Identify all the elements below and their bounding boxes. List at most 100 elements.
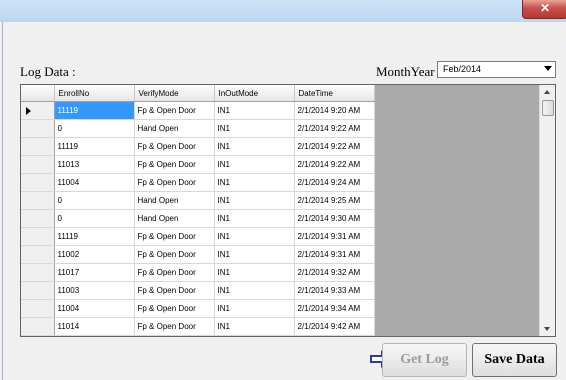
cell-datetime[interactable]: 2/1/2014 9:31 AM	[294, 245, 375, 264]
table-row[interactable]: 0 Hand Open IN1 2/1/2014 9:25 AM	[21, 191, 375, 210]
close-button[interactable]: ✕	[522, 0, 566, 19]
table-row[interactable]: 11002 Fp & Open Door IN1 2/1/2014 9:31 AM	[21, 245, 375, 264]
table-row[interactable]: 11014Fp & Open DoorIN12/1/2014 9:42 AM	[21, 335, 375, 336]
cell-verifymode[interactable]: Fp & Open Door	[134, 137, 215, 156]
cell-inoutmode[interactable]: IN1	[214, 191, 295, 210]
row-header[interactable]	[21, 317, 55, 336]
cell-enrollno[interactable]: 11003	[54, 281, 135, 300]
cell-enrollno[interactable]: 11119	[54, 137, 135, 156]
table-row[interactable]: 0 Hand Open IN1 2/1/2014 9:30 AM	[21, 209, 375, 228]
row-header[interactable]	[21, 173, 55, 192]
cell-inoutmode[interactable]: IN1	[214, 245, 295, 264]
row-header[interactable]	[21, 119, 55, 138]
cell-enrollno[interactable]: 11013	[54, 155, 135, 174]
table-row[interactable]: 11004 Fp & Open Door IN1 2/1/2014 9:34 AM	[21, 299, 375, 318]
column-header-inoutmode[interactable]: InOutMode	[214, 85, 295, 102]
table-row[interactable]: 11003 Fp & Open Door IN1 2/1/2014 9:33 AM	[21, 281, 375, 300]
table-row[interactable]: 0 Hand Open IN1 2/1/2014 9:22 AM	[21, 119, 375, 138]
cell-verifymode[interactable]: Hand Open	[134, 209, 215, 228]
cell-enrollno[interactable]: 11119	[54, 227, 135, 246]
row-header[interactable]	[21, 101, 55, 120]
row-header[interactable]	[21, 335, 55, 336]
cell-enrollno[interactable]: 11004	[54, 173, 135, 192]
table-row[interactable]: 11014Fp & Open DoorIN12/1/2014 9:42 AM	[21, 317, 375, 336]
cell-verifymode[interactable]: Fp & Open Door	[134, 173, 215, 192]
table-row[interactable]: 11119 Fp & Open Door IN1 2/1/2014 9:20 AM	[21, 101, 375, 120]
cell-enrollno[interactable]: 11014	[54, 335, 135, 336]
scroll-down-button[interactable]	[540, 322, 555, 336]
row-header[interactable]	[21, 263, 55, 282]
cell-datetime[interactable]: 2/1/2014 9:31 AM	[294, 227, 375, 246]
cell-inoutmode[interactable]: IN1	[214, 227, 295, 246]
month-year-value: Feb/2014	[443, 64, 482, 74]
column-header-enrollno[interactable]: EnrollNo	[54, 85, 135, 102]
table-row[interactable]: 11119 Fp & Open Door IN1 2/1/2014 9:31 AM	[21, 227, 375, 246]
cell-verifymode[interactable]: Fp & Open Door	[134, 245, 215, 264]
cell-datetime[interactable]: 2/1/2014 9:20 AM	[294, 101, 375, 120]
cell-datetime[interactable]: 2/1/2014 9:33 AM	[294, 281, 375, 300]
table-row[interactable]: 11004 Fp & Open Door IN1 2/1/2014 9:24 AM	[21, 173, 375, 192]
row-header[interactable]	[21, 281, 55, 300]
row-header[interactable]	[21, 299, 55, 318]
column-header-verifymode[interactable]: VerifyMode	[134, 85, 215, 102]
cell-verifymode[interactable]: Fp & Open Door	[134, 263, 215, 282]
table-row[interactable]: 11119 Fp & Open Door IN1 2/1/2014 9:22 AM	[21, 137, 375, 156]
cell-enrollno[interactable]: 11014	[54, 317, 135, 336]
cell-datetime[interactable]: 2/1/2014 9:30 AM	[294, 209, 375, 228]
cell-inoutmode[interactable]: IN1	[214, 281, 295, 300]
cell-enrollno[interactable]: 11017	[54, 263, 135, 282]
cell-datetime[interactable]: 2/1/2014 9:42 AM	[294, 335, 375, 336]
scroll-thumb[interactable]	[542, 100, 554, 116]
cell-verifymode[interactable]: Fp & Open Door	[134, 281, 215, 300]
row-header[interactable]	[21, 227, 55, 246]
cell-datetime[interactable]: 2/1/2014 9:22 AM	[294, 155, 375, 174]
cell-verifymode[interactable]: Fp & Open Door	[134, 335, 215, 336]
cell-verifymode[interactable]: Fp & Open Door	[134, 299, 215, 318]
row-header[interactable]	[21, 191, 55, 210]
scroll-up-button[interactable]	[540, 85, 555, 99]
chevron-down-icon[interactable]	[544, 66, 552, 71]
log-data-grid[interactable]: EnrollNo VerifyMode InOutMode DateTime 1…	[20, 84, 556, 337]
cell-enrollno[interactable]: 11004	[54, 299, 135, 318]
cell-verifymode[interactable]: Fp & Open Door	[134, 317, 215, 336]
cell-datetime[interactable]: 2/1/2014 9:22 AM	[294, 119, 375, 138]
get-log-button[interactable]: Get Log	[382, 343, 467, 377]
row-header[interactable]	[21, 245, 55, 264]
cell-verifymode[interactable]: Fp & Open Door	[134, 101, 215, 120]
cell-inoutmode[interactable]: IN1	[214, 209, 295, 228]
cell-verifymode[interactable]: Hand Open	[134, 119, 215, 138]
cell-datetime[interactable]: 2/1/2014 9:42 AM	[294, 317, 375, 336]
cell-datetime[interactable]: 2/1/2014 9:34 AM	[294, 299, 375, 318]
cell-enrollno[interactable]: 0	[54, 191, 135, 210]
cell-verifymode[interactable]: Fp & Open Door	[134, 227, 215, 246]
cell-inoutmode[interactable]: IN1	[214, 335, 295, 336]
cell-datetime[interactable]: 2/1/2014 9:32 AM	[294, 263, 375, 282]
cell-enrollno[interactable]: 11119	[54, 101, 135, 120]
cell-inoutmode[interactable]: IN1	[214, 263, 295, 282]
save-data-button[interactable]: Save Data	[472, 343, 557, 377]
cell-datetime[interactable]: 2/1/2014 9:25 AM	[294, 191, 375, 210]
cell-inoutmode[interactable]: IN1	[214, 173, 295, 192]
cell-verifymode[interactable]: Fp & Open Door	[134, 155, 215, 174]
cell-datetime[interactable]: 2/1/2014 9:24 AM	[294, 173, 375, 192]
cell-datetime[interactable]: 2/1/2014 9:22 AM	[294, 137, 375, 156]
month-year-select[interactable]: Feb/2014	[437, 61, 556, 78]
column-header-datetime[interactable]: DateTime	[294, 85, 375, 102]
cell-inoutmode[interactable]: IN1	[214, 137, 295, 156]
cell-verifymode[interactable]: Hand Open	[134, 191, 215, 210]
row-header[interactable]	[21, 155, 55, 174]
cell-enrollno[interactable]: 0	[54, 119, 135, 138]
cell-inoutmode[interactable]: IN1	[214, 155, 295, 174]
table-row[interactable]: 11013 Fp & Open Door IN1 2/1/2014 9:22 AM	[21, 155, 375, 174]
cell-inoutmode[interactable]: IN1	[214, 119, 295, 138]
cell-enrollno[interactable]: 0	[54, 209, 135, 228]
log-data-label: Log Data :	[20, 64, 76, 79]
row-header[interactable]	[21, 209, 55, 228]
cell-inoutmode[interactable]: IN1	[214, 101, 295, 120]
cell-inoutmode[interactable]: IN1	[214, 299, 295, 318]
row-header[interactable]	[21, 137, 55, 156]
cell-enrollno[interactable]: 11002	[54, 245, 135, 264]
table-row[interactable]: 11017 Fp & Open Door IN1 2/1/2014 9:32 AM	[21, 263, 375, 282]
vertical-scrollbar[interactable]	[539, 85, 555, 336]
cell-inoutmode[interactable]: IN1	[214, 317, 295, 336]
